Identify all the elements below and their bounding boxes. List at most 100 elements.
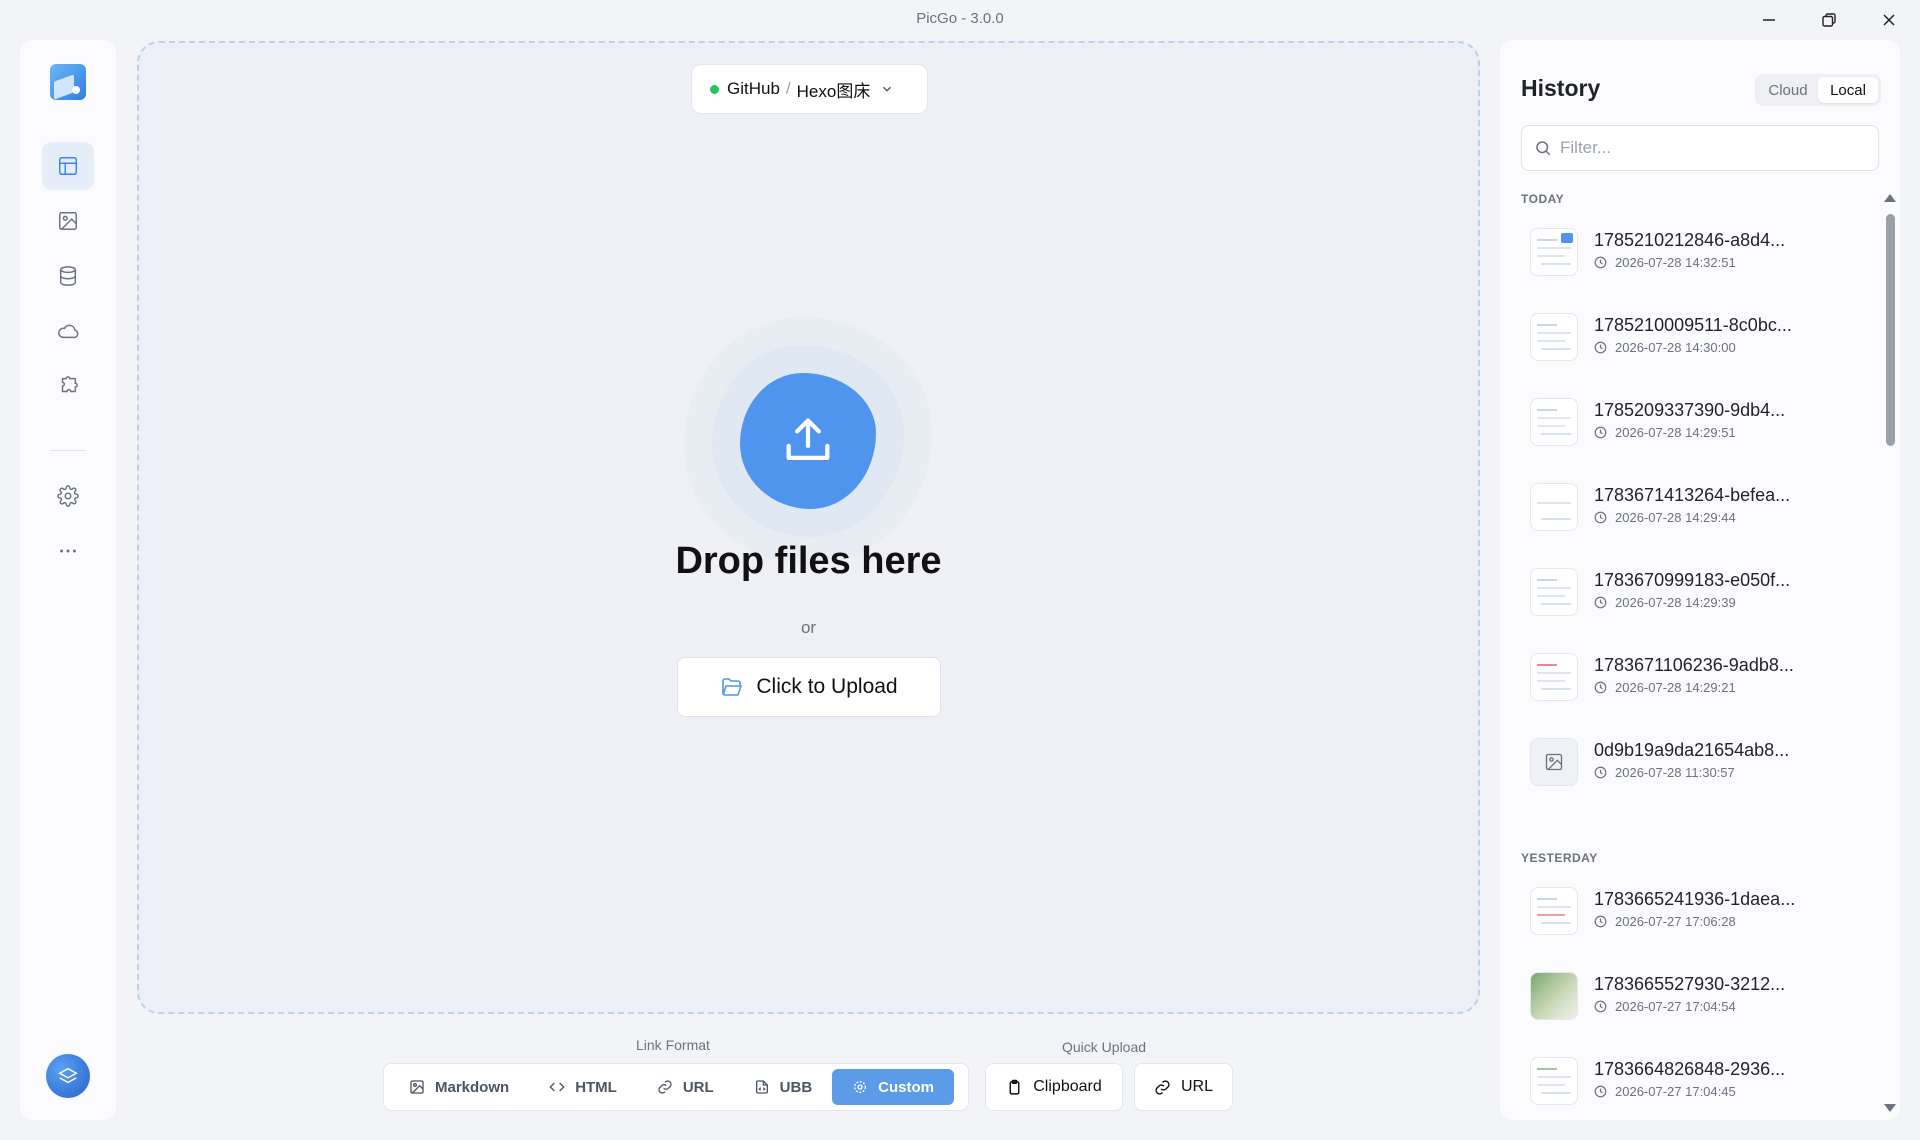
history-title: History xyxy=(1521,75,1601,101)
history-item-time-text: 2026-07-28 14:29:51 xyxy=(1615,425,1736,440)
restore-icon xyxy=(1822,13,1836,27)
thumbnail xyxy=(1530,398,1578,446)
clipboard-upload-button[interactable]: Clipboard xyxy=(985,1063,1123,1111)
database-icon xyxy=(59,266,77,286)
folder-open-icon xyxy=(722,678,743,696)
nav-plugins[interactable] xyxy=(42,362,94,410)
history-item[interactable]: 1783671106236-9adb8... 2026-07-28 14:29:… xyxy=(1528,647,1848,707)
tab-local[interactable]: Local xyxy=(1818,77,1878,103)
image-placeholder-icon xyxy=(1545,753,1563,771)
nav-database[interactable] xyxy=(42,252,94,300)
scroll-up-arrow[interactable] xyxy=(1884,194,1896,202)
history-panel: History Cloud Local TODAY 1785210212846-… xyxy=(1500,40,1900,1120)
history-item-time-text: 2026-07-28 14:30:00 xyxy=(1615,340,1736,355)
thumbnail xyxy=(1530,313,1578,361)
restore-button[interactable] xyxy=(1809,6,1849,34)
history-item-name: 1785210212846-a8d4... xyxy=(1594,230,1786,250)
thumbnail xyxy=(1530,1057,1578,1105)
history-item-time: 2026-07-27 17:04:54 xyxy=(1594,999,1736,1014)
thumbnail xyxy=(1530,483,1578,531)
app-logo xyxy=(50,64,86,100)
click-to-upload-button[interactable]: Click to Upload xyxy=(677,657,941,717)
image-icon xyxy=(410,1080,424,1094)
clipboard-upload-label: Clipboard xyxy=(1033,1078,1102,1095)
history-item-name: 1785209337390-9db4... xyxy=(1594,400,1786,420)
history-item-time: 2026-07-28 14:29:39 xyxy=(1594,595,1736,610)
format-custom-button[interactable]: Custom xyxy=(832,1069,955,1105)
history-item[interactable]: 1783670999183-e050f... 2026-07-28 14:29:… xyxy=(1528,562,1848,622)
drop-or-text: or xyxy=(800,618,817,637)
avatar[interactable] xyxy=(46,1054,90,1098)
history-item[interactable]: 0d9b19a9da21654ab8... 2026-07-28 11:30:5… xyxy=(1528,732,1848,792)
history-item-time: 2026-07-28 14:30:00 xyxy=(1594,340,1736,355)
nav-more[interactable] xyxy=(42,527,94,575)
history-item[interactable]: 1783665527930-3212... 2026-07-27 17:04:5… xyxy=(1528,966,1848,1026)
clock-icon xyxy=(1594,1000,1607,1013)
nav-settings[interactable] xyxy=(42,472,94,520)
history-item-time: 2026-07-27 17:04:45 xyxy=(1594,1084,1736,1099)
filter-input[interactable] xyxy=(1560,138,1860,158)
history-item-name: 1783671106236-9adb8... xyxy=(1594,655,1794,675)
picker-separator: / xyxy=(785,79,791,98)
tab-cloud[interactable]: Cloud xyxy=(1758,77,1818,103)
thumbnail xyxy=(1530,228,1578,276)
nav-cloud[interactable] xyxy=(42,307,94,355)
link-format-group: Markdown HTML URL UBB Custom xyxy=(383,1063,969,1111)
minimize-button[interactable] xyxy=(1749,6,1789,34)
link-format-label: Link Format xyxy=(636,1037,710,1053)
layout-icon xyxy=(59,157,77,175)
upload-illustration[interactable] xyxy=(740,373,876,509)
upload-icon xyxy=(786,418,830,461)
history-item-time-text: 2026-07-28 11:30:57 xyxy=(1615,765,1735,780)
clock-icon xyxy=(1594,256,1607,269)
history-item-time: 2026-07-28 14:29:51 xyxy=(1594,425,1736,440)
history-source-toggle: Cloud Local xyxy=(1755,74,1881,106)
status-dot xyxy=(710,84,719,94)
url-upload-button[interactable]: URL xyxy=(1134,1063,1233,1111)
history-item[interactable]: 1783671413264-befea... 2026-07-28 14:29:… xyxy=(1528,477,1848,537)
history-filter[interactable] xyxy=(1521,125,1879,171)
section-today-label: TODAY xyxy=(1521,192,1565,206)
link-icon xyxy=(658,1080,672,1094)
more-icon xyxy=(60,549,76,553)
history-item-time: 2026-07-27 17:06:28 xyxy=(1594,914,1736,929)
gear-icon xyxy=(854,1081,867,1093)
history-item[interactable]: 1785209337390-9db4... 2026-07-28 14:29:5… xyxy=(1528,392,1848,452)
scroll-down-arrow[interactable] xyxy=(1884,1104,1896,1112)
format-markdown-label: Markdown xyxy=(435,1078,510,1096)
history-item[interactable]: 1783664826848-2936... 2026-07-27 17:04:4… xyxy=(1528,1051,1848,1111)
clipboard-icon xyxy=(1009,1079,1020,1095)
thumbnail xyxy=(1530,568,1578,616)
history-item-name: 1783665527930-3212... xyxy=(1594,974,1786,994)
format-html-button[interactable]: HTML xyxy=(529,1069,637,1105)
format-ubb-label: UBB xyxy=(779,1078,813,1096)
history-item-time: 2026-07-28 14:32:51 xyxy=(1594,255,1736,270)
chevron-down-icon xyxy=(883,86,892,92)
click-to-upload-label: Click to Upload xyxy=(756,675,898,698)
drop-zone[interactable]: GitHub / Hexo图床 Drop files here or Click… xyxy=(137,41,1480,1014)
close-button[interactable] xyxy=(1869,6,1909,34)
format-ubb-button[interactable]: UBB xyxy=(734,1069,833,1105)
format-url-button[interactable]: URL xyxy=(637,1069,734,1105)
thumbnail xyxy=(1530,887,1578,935)
history-item[interactable]: 1785210212846-a8d4... 2026-07-28 14:32:5… xyxy=(1528,222,1848,282)
minimize-icon xyxy=(1763,19,1775,21)
uploader-picker[interactable]: GitHub / Hexo图床 xyxy=(691,64,928,114)
format-markdown-button[interactable]: Markdown xyxy=(389,1069,529,1105)
format-html-label: HTML xyxy=(575,1078,617,1096)
history-item[interactable]: 1785210009511-8c0bc... 2026-07-28 14:30:… xyxy=(1528,307,1848,367)
history-item-time: 2026-07-28 14:29:21 xyxy=(1594,680,1736,695)
file-code-icon xyxy=(755,1080,768,1094)
history-item[interactable]: 1783665241936-1daea... 2026-07-27 17:06:… xyxy=(1528,881,1848,941)
image-icon xyxy=(59,212,77,230)
nav-gallery[interactable] xyxy=(42,197,94,245)
section-yesterday-label: YESTERDAY xyxy=(1521,851,1598,865)
scrollbar-thumb[interactable] xyxy=(1886,214,1895,446)
clock-icon xyxy=(1594,1085,1607,1098)
picker-config: Hexo图床 xyxy=(796,81,871,101)
format-custom-label: Custom xyxy=(878,1078,935,1096)
code-icon xyxy=(549,1082,565,1092)
gear-icon xyxy=(57,485,79,507)
nav-upload[interactable] xyxy=(42,142,94,190)
history-item-time-text: 2026-07-28 14:29:21 xyxy=(1615,680,1736,695)
